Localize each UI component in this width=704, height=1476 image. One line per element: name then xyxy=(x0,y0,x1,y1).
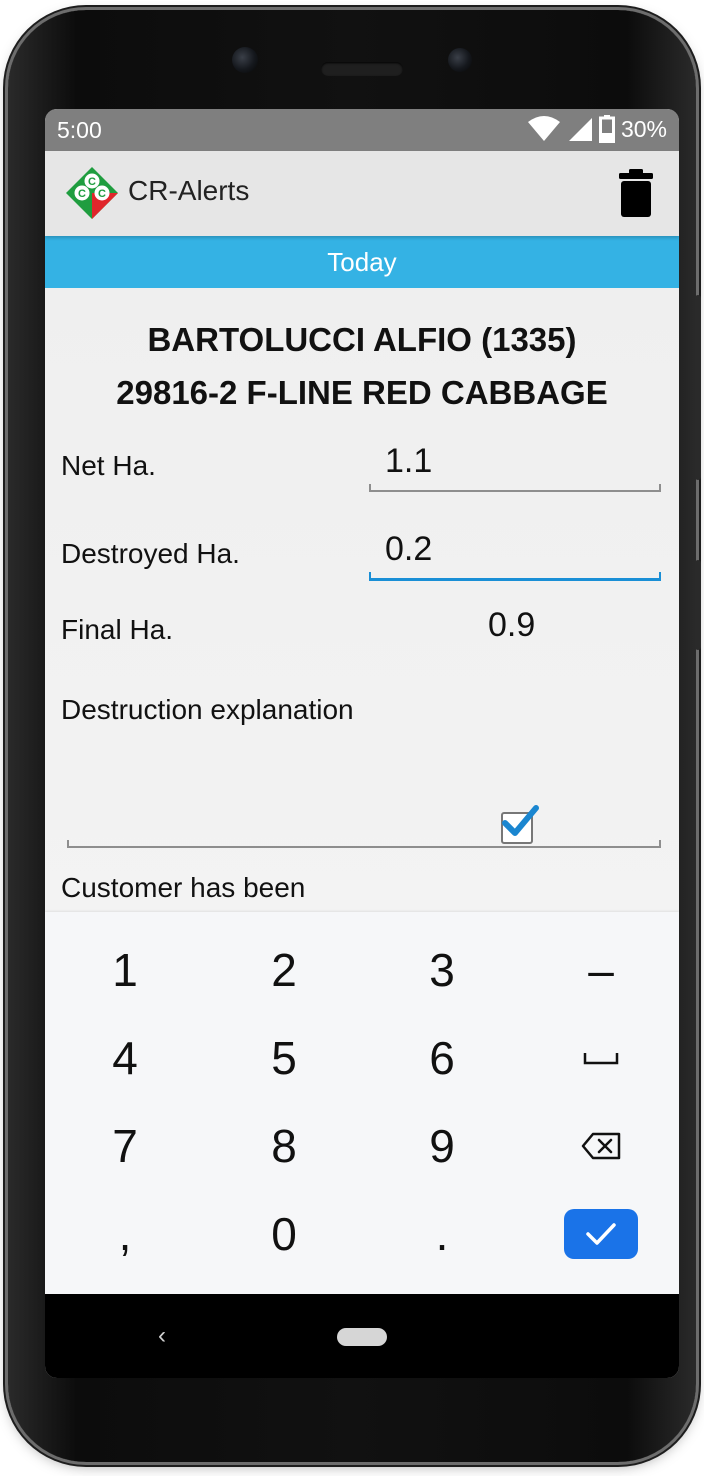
key-comma[interactable]: , xyxy=(46,1190,204,1278)
logo-letter-left: C xyxy=(78,188,86,200)
key-5[interactable]: 5 xyxy=(205,1014,363,1102)
net-ha-underline-cap-left xyxy=(369,484,371,492)
cell-signal-icon xyxy=(568,118,592,141)
destroyed-ha-field[interactable]: 0.2 xyxy=(369,516,661,584)
wifi-icon xyxy=(527,116,560,141)
explanation-underline-cap-right xyxy=(659,840,661,848)
phone-frame: 5:00 30% C C C CR-Alerts Today BARTOLUCC… xyxy=(8,10,701,1462)
backspace-icon xyxy=(581,1132,621,1160)
volume-button xyxy=(695,560,701,650)
checkmark-icon xyxy=(502,805,539,836)
destruction-explanation-field[interactable] xyxy=(67,738,661,850)
back-button[interactable]: ‹ xyxy=(158,1322,166,1350)
key-4[interactable]: 4 xyxy=(46,1014,204,1102)
done-check-icon xyxy=(586,1223,616,1245)
space-icon xyxy=(583,1053,619,1065)
product-name: 29816-2 F-LINE RED CABBAGE xyxy=(116,374,608,411)
logo-letter-right: C xyxy=(98,188,106,200)
key-done[interactable] xyxy=(522,1190,679,1278)
net-ha-underline-cap-right xyxy=(659,484,661,492)
logo-letter-top: C xyxy=(88,176,96,188)
destruction-explanation-label: Destruction explanation xyxy=(61,694,354,725)
final-ha-label: Final Ha. xyxy=(61,614,174,645)
done-button[interactable] xyxy=(564,1209,638,1259)
front-sensor xyxy=(448,48,472,72)
explanation-underline-cap-left xyxy=(67,840,69,848)
net-ha-field[interactable]: 1.1 xyxy=(369,428,661,494)
destroyed-ha-label: Destroyed Ha. xyxy=(61,538,240,569)
numeric-keyboard: 1 2 3 – 4 5 6 7 8 9 , 0 . xyxy=(45,912,679,1294)
key-1[interactable]: 1 xyxy=(46,926,204,1014)
front-camera xyxy=(232,47,258,73)
alert-detail-form: BARTOLUCCI ALFIO (1335) 29816-2 F-LINE R… xyxy=(45,288,679,912)
screen: 5:00 30% C C C CR-Alerts Today BARTOLUCC… xyxy=(45,109,679,1378)
customer-name: BARTOLUCCI ALFIO (1335) xyxy=(147,321,577,358)
destroyed-ha-underline xyxy=(369,578,661,581)
customer-notified-checkbox[interactable] xyxy=(501,805,539,844)
earpiece-speaker xyxy=(321,62,403,76)
status-time: 5:00 xyxy=(57,117,102,143)
record-heading: BARTOLUCCI ALFIO (1335) 29816-2 F-LINE R… xyxy=(45,313,679,419)
app-bar: C C C CR-Alerts xyxy=(45,151,679,236)
net-ha-underline xyxy=(369,490,661,492)
battery-icon xyxy=(598,115,615,143)
final-ha-value: 0.9 xyxy=(488,606,536,644)
cr-alerts-logo: C C C xyxy=(66,167,118,219)
key-3[interactable]: 3 xyxy=(363,926,521,1014)
trash-icon[interactable] xyxy=(619,169,653,217)
destroyed-ha-value: 0.2 xyxy=(385,530,433,568)
key-6[interactable]: 6 xyxy=(363,1014,521,1102)
destruction-explanation-underline xyxy=(67,846,661,848)
key-2[interactable]: 2 xyxy=(205,926,363,1014)
key-backspace[interactable] xyxy=(522,1102,679,1190)
status-bar: 5:00 30% xyxy=(45,109,679,151)
key-8[interactable]: 8 xyxy=(205,1102,363,1190)
power-button xyxy=(695,295,701,480)
destroyed-ha-underline-cap-left xyxy=(369,572,371,580)
date-header: Today xyxy=(45,236,679,288)
key-9[interactable]: 9 xyxy=(363,1102,521,1190)
status-icons: 30% xyxy=(527,115,667,143)
key-space[interactable] xyxy=(522,1014,679,1102)
key-minus[interactable]: – xyxy=(522,926,679,1014)
app-title: CR-Alerts xyxy=(128,175,250,206)
key-period[interactable]: . xyxy=(363,1190,521,1278)
key-0[interactable]: 0 xyxy=(205,1190,363,1278)
battery-percent: 30% xyxy=(620,115,667,142)
net-ha-value: 1.1 xyxy=(385,442,433,480)
key-7[interactable]: 7 xyxy=(46,1102,204,1190)
system-nav-bar: ‹ xyxy=(45,1294,679,1378)
home-button[interactable] xyxy=(337,1328,387,1346)
destroyed-ha-underline-cap-right xyxy=(659,572,661,580)
customer-notified-label: Customer has been xyxy=(61,872,306,903)
net-ha-label: Net Ha. xyxy=(61,450,156,481)
